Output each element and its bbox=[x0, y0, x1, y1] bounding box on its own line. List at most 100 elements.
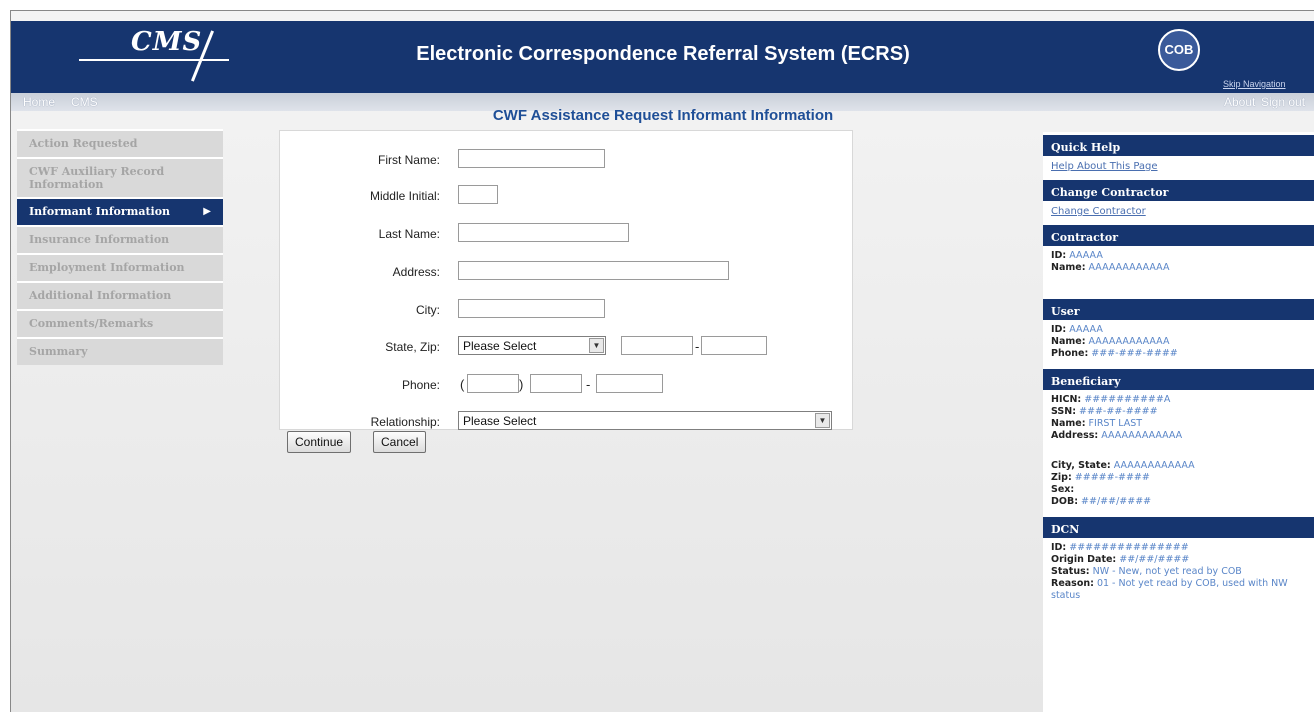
city-input[interactable] bbox=[458, 299, 605, 318]
user-phone-label: Phone: bbox=[1051, 348, 1089, 359]
contractor-id-value: AAAAA bbox=[1069, 250, 1103, 261]
beneficiary-name-value: FIRST LAST bbox=[1088, 418, 1143, 429]
nav-item-label: Action Requested bbox=[29, 137, 138, 150]
zip-input[interactable] bbox=[621, 336, 693, 355]
beneficiary-name-label: Name: bbox=[1051, 418, 1086, 429]
page-title: CWF Assistance Request Informant Informa… bbox=[492, 107, 834, 124]
state-select[interactable]: Please Select ▼ bbox=[458, 336, 606, 355]
last-name-row: Last Name: bbox=[280, 223, 854, 247]
beneficiary-details: HICN: ##########A SSN: ###-##-#### Name:… bbox=[1043, 390, 1314, 514]
contractor-details: ID: AAAAA Name: AAAAAAAAAAAA bbox=[1043, 246, 1314, 280]
change-contractor-link[interactable]: Change Contractor bbox=[1043, 201, 1314, 222]
user-name-value: AAAAAAAAAAAA bbox=[1088, 336, 1170, 347]
relationship-select-value: Please Select bbox=[463, 414, 537, 428]
contractor-name-value: AAAAAAAAAAAA bbox=[1088, 262, 1170, 273]
status-label: Status: bbox=[1051, 566, 1090, 577]
reason-label: Reason: bbox=[1051, 578, 1094, 589]
contractor-name-label: Name: bbox=[1051, 262, 1086, 273]
sex-label: Sex: bbox=[1051, 484, 1075, 495]
nav-item-label: Additional Information bbox=[29, 289, 172, 302]
origin-date-label: Origin Date: bbox=[1051, 554, 1117, 565]
left-navigation: Action Requested CWF Auxiliary Record In… bbox=[17, 129, 223, 365]
nav-item-informant-information[interactable]: Informant Information ▶ bbox=[17, 197, 223, 225]
nav-item-label: Informant Information bbox=[29, 205, 171, 218]
beneficiary-address-label: Address: bbox=[1051, 430, 1099, 441]
nav-item-employment-information[interactable]: Employment Information bbox=[17, 253, 223, 281]
app-title: Electronic Correspondence Referral Syste… bbox=[416, 43, 910, 65]
beneficiary-heading: Beneficiary bbox=[1043, 366, 1314, 390]
zip-dash: - bbox=[695, 339, 700, 354]
dob-label: DOB: bbox=[1051, 496, 1079, 507]
beneficiary-address-value: AAAAAAAAAAAA bbox=[1101, 430, 1183, 441]
zip-label: Zip: bbox=[1051, 472, 1072, 483]
right-sidebar: Quick Help Help About This Page Change C… bbox=[1043, 132, 1314, 712]
address-label: Address: bbox=[392, 265, 440, 279]
relationship-label: Relationship: bbox=[370, 415, 440, 429]
user-phone-value: ###-###-#### bbox=[1091, 348, 1178, 359]
header-banner: CMS Electronic Correspondence Referral S… bbox=[11, 21, 1314, 93]
contractor-heading: Contractor bbox=[1043, 222, 1314, 246]
ssn-label: SSN: bbox=[1051, 406, 1077, 417]
state-zip-label: State, Zip: bbox=[385, 340, 440, 354]
city-row: City: bbox=[280, 299, 854, 323]
ssn-value: ###-##-#### bbox=[1079, 406, 1158, 417]
skip-navigation-link[interactable]: Skip Navigation bbox=[1223, 79, 1286, 89]
status-value: NW - New, not yet read by COB bbox=[1092, 566, 1242, 577]
phone-area-code-input[interactable] bbox=[467, 374, 519, 393]
active-arrow-icon: ▶ bbox=[203, 206, 211, 217]
zip-extension-input[interactable] bbox=[701, 336, 767, 355]
last-name-input[interactable] bbox=[458, 223, 629, 242]
state-zip-row: State, Zip: Please Select ▼ - bbox=[280, 336, 854, 360]
hicn-label: HICN: bbox=[1051, 394, 1082, 405]
middle-initial-row: Middle Initial: bbox=[280, 185, 854, 209]
dcn-id-value: ############### bbox=[1069, 542, 1189, 553]
phone-open-paren: ( bbox=[460, 377, 465, 392]
middle-initial-input[interactable] bbox=[458, 185, 498, 204]
relationship-select[interactable]: Please Select ▼ bbox=[458, 411, 832, 430]
hicn-value: ##########A bbox=[1084, 394, 1171, 405]
city-state-value: AAAAAAAAAAAA bbox=[1113, 460, 1195, 471]
chevron-down-icon[interactable]: ▼ bbox=[815, 413, 830, 428]
phone-prefix-input[interactable] bbox=[530, 374, 582, 393]
phone-line-input[interactable] bbox=[596, 374, 663, 393]
cob-logo-icon: COB bbox=[1158, 29, 1200, 71]
continue-button[interactable]: Continue bbox=[287, 431, 352, 453]
relationship-row: Relationship: Please Select ▼ bbox=[280, 411, 854, 435]
last-name-label: Last Name: bbox=[378, 227, 440, 241]
help-about-page-link[interactable]: Help About This Page bbox=[1043, 156, 1314, 177]
user-id-label: ID: bbox=[1051, 324, 1067, 335]
nav-item-label: Employment Information bbox=[29, 261, 185, 274]
nav-item-action-requested[interactable]: Action Requested bbox=[17, 129, 223, 157]
origin-date-value: ##/##/#### bbox=[1119, 554, 1190, 565]
user-name-label: Name: bbox=[1051, 336, 1086, 347]
zip-value: #####-#### bbox=[1074, 472, 1150, 483]
phone-row: Phone: ( ) - bbox=[280, 374, 854, 398]
nav-item-comments-remarks[interactable]: Comments/Remarks bbox=[17, 309, 223, 337]
informant-form: First Name: Middle Initial: Last Name: A… bbox=[279, 130, 853, 430]
dcn-details: ID: ############### Origin Date: ##/##/#… bbox=[1043, 538, 1314, 608]
nav-item-insurance-information[interactable]: Insurance Information bbox=[17, 225, 223, 253]
nav-item-label: Comments/Remarks bbox=[29, 317, 154, 330]
nav-item-additional-information[interactable]: Additional Information bbox=[17, 281, 223, 309]
phone-label: Phone: bbox=[401, 378, 440, 392]
user-heading: User bbox=[1043, 296, 1314, 320]
address-input[interactable] bbox=[458, 261, 729, 280]
nav-item-label: Summary bbox=[29, 345, 88, 358]
address-row: Address: bbox=[280, 261, 854, 285]
nav-item-label: CWF Auxiliary Record Information bbox=[29, 165, 165, 191]
phone-dash: - bbox=[586, 377, 591, 392]
middle-initial-label: Middle Initial: bbox=[369, 189, 440, 203]
city-state-label: City, State: bbox=[1051, 460, 1111, 471]
quick-help-heading: Quick Help bbox=[1043, 132, 1314, 156]
nav-item-label: Insurance Information bbox=[29, 233, 170, 246]
chevron-down-icon[interactable]: ▼ bbox=[589, 338, 604, 353]
city-label: City: bbox=[416, 303, 440, 317]
cancel-button[interactable]: Cancel bbox=[373, 431, 427, 453]
state-select-value: Please Select bbox=[463, 339, 537, 353]
first-name-label: First Name: bbox=[377, 153, 440, 167]
dcn-id-label: ID: bbox=[1051, 542, 1067, 553]
first-name-input[interactable] bbox=[458, 149, 605, 168]
nav-item-cwf-auxiliary-record[interactable]: CWF Auxiliary Record Information bbox=[17, 157, 223, 197]
nav-item-summary[interactable]: Summary bbox=[17, 337, 223, 365]
dob-value: ##/##/#### bbox=[1081, 496, 1152, 507]
